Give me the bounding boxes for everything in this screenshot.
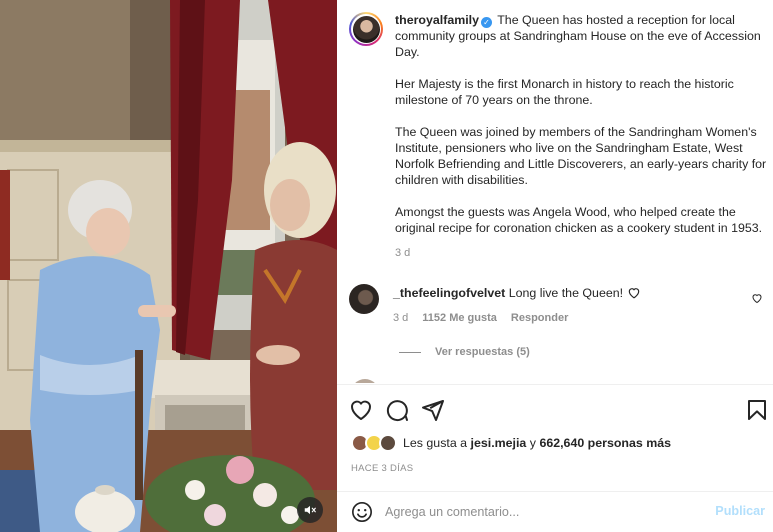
speaker-muted-icon xyxy=(304,505,316,515)
comment-meta: 3 d 1152 Me gusta Responder xyxy=(393,312,733,324)
caption-timestamp[interactable]: 3 d xyxy=(395,245,767,261)
caption-paragraph: Her Majesty is the first Monarch in hist… xyxy=(395,77,734,107)
comment-text: Long live the Queen! xyxy=(508,286,624,300)
post-details-panel: theroyalfamily ✓ The Queen has hosted a r… xyxy=(337,0,773,532)
caption-text: theroyalfamily ✓ The Queen has hosted a r… xyxy=(395,12,767,261)
comment-compose: Publicar xyxy=(337,492,773,532)
author-avatar[interactable] xyxy=(349,12,383,46)
view-replies-label: Ver respuestas (5) xyxy=(435,346,530,358)
replies-divider-line xyxy=(399,351,421,353)
mute-button[interactable] xyxy=(297,497,323,523)
caption-paragraph: theroyalfamily ✓ The Queen has hosted a r… xyxy=(395,12,767,60)
share-icon[interactable] xyxy=(421,398,445,422)
likes-text: Les gusta a jesi.mejia y 662,640 persona… xyxy=(403,436,672,450)
author-username[interactable]: theroyalfamily xyxy=(395,13,479,27)
comment-input[interactable] xyxy=(385,502,685,522)
view-replies-button[interactable]: Ver respuestas (5) xyxy=(399,346,530,358)
comment-likes-count[interactable]: 1152 Me gusta xyxy=(422,312,497,324)
section-divider xyxy=(337,384,773,385)
comment-item: _thefeelingofvelvet Long live the Queen!… xyxy=(349,284,769,324)
verified-badge-icon: ✓ xyxy=(481,17,493,28)
author-avatar-image xyxy=(352,15,380,43)
heart-emoji-icon xyxy=(628,288,639,299)
publish-button[interactable]: Publicar xyxy=(715,504,765,518)
comments-scroll-area[interactable]: theroyalfamily ✓ The Queen has hosted a r… xyxy=(337,0,773,383)
commenter-avatar[interactable] xyxy=(349,284,379,314)
liker-avatars xyxy=(351,434,399,452)
likes-count-button[interactable]: 662,640 personas más xyxy=(539,436,671,450)
emoji-icon[interactable] xyxy=(351,501,373,523)
likes-summary: Les gusta a jesi.mejia y 662,640 persona… xyxy=(351,434,671,452)
post-actions-bar xyxy=(349,398,769,422)
bookmark-icon[interactable] xyxy=(745,398,769,422)
caption-paragraph: Amongst the guests was Angela Wood, who … xyxy=(395,205,763,235)
liker-username[interactable]: jesi.mejia xyxy=(471,436,527,450)
comment-icon[interactable] xyxy=(385,398,409,422)
caption-paragraph: The Queen was joined by members of the S… xyxy=(395,125,767,187)
post-video[interactable] xyxy=(0,0,337,532)
comment-timestamp[interactable]: 3 d xyxy=(393,312,408,324)
video-frame xyxy=(0,0,337,532)
heart-icon[interactable] xyxy=(349,398,373,422)
next-commenter-avatar[interactable] xyxy=(351,379,379,383)
comment-like-heart-icon[interactable] xyxy=(751,292,763,304)
liker-avatar xyxy=(379,434,397,452)
caption: theroyalfamily ✓ The Queen has hosted a r… xyxy=(349,12,769,261)
reply-button[interactable]: Responder xyxy=(511,312,568,324)
post-date[interactable]: HACE 3 DÍAS xyxy=(351,463,413,474)
commenter-username[interactable]: _thefeelingofvelvet xyxy=(393,286,505,300)
